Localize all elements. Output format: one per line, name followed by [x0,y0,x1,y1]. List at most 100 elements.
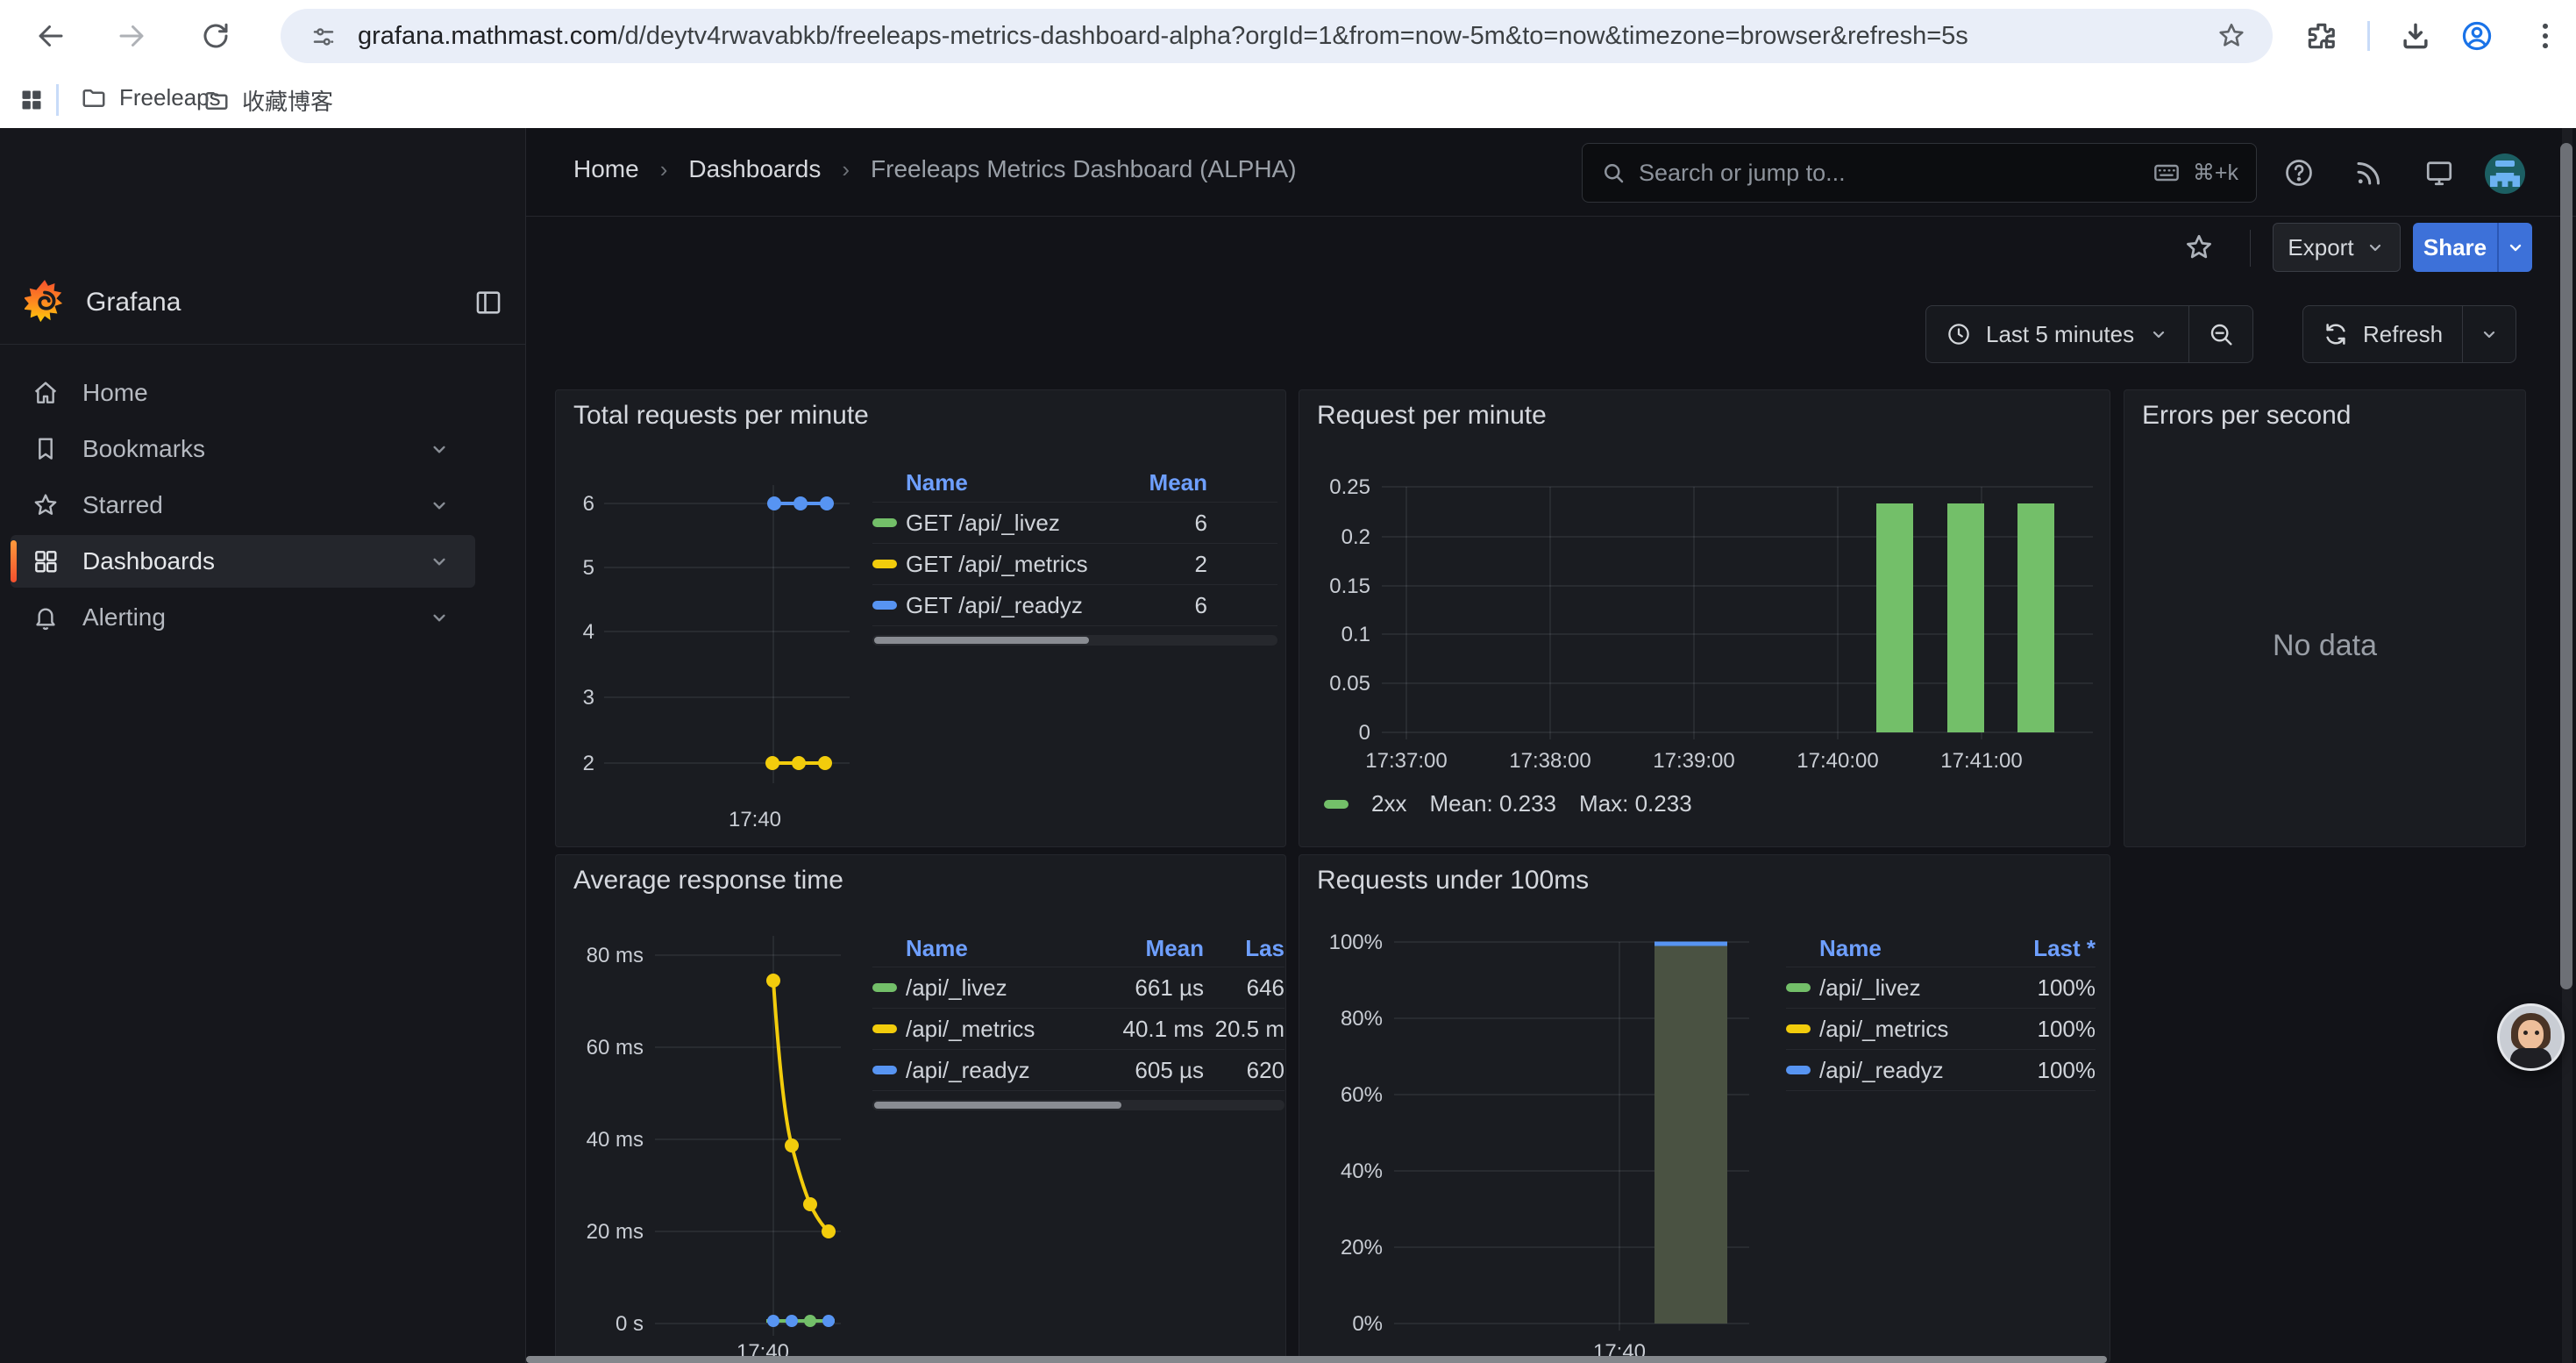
series-last: 100% [2008,1057,2096,1084]
series-name[interactable]: GET /api/_metrics [906,551,1102,578]
legend-header-name[interactable]: Name [1819,935,2008,962]
url-text[interactable]: grafana.mathmast.com/d/deytv4rwavabkb/fr… [358,22,2444,51]
y-tick: 0 [1359,721,1370,745]
series-mean: Mean: 0.233 [1429,790,1556,817]
monitor-icon[interactable] [2423,157,2455,189]
panel-avg-response-time[interactable]: Average response time 80 ms 60 ms 40 ms … [555,854,1286,1363]
legend-row[interactable]: /api/_livez 100% [1786,967,2096,1009]
breadcrumb-dashboards[interactable]: Dashboards [688,155,821,183]
legend-row[interactable]: GET /api/_metrics 2 [872,544,1277,585]
dashboard-hscrollbar[interactable] [526,1356,2107,1363]
series-last: 620 [1204,1057,1284,1084]
download-icon[interactable] [2399,19,2432,53]
share-menu-button[interactable] [2499,223,2532,272]
sidebar-item-home[interactable]: Home [11,367,475,419]
time-range-picker[interactable]: Last 5 minutes [1926,306,2188,362]
chevron-down-icon[interactable] [428,606,451,629]
series-name[interactable]: 2xx [1371,790,1406,817]
bar-2xx[interactable] [1947,503,1984,732]
legend-header-mean[interactable]: Mean [1081,935,1204,962]
series-name[interactable]: /api/_readyz [906,1057,1081,1084]
bar-100pct[interactable] [1654,946,1727,1324]
zoom-out-button[interactable] [2189,306,2252,362]
menu-kebab-icon[interactable] [2529,19,2562,53]
sidebar-item-label: Bookmarks [82,435,205,463]
series-name[interactable]: /api/_metrics [1819,1016,2008,1043]
panel-errors-per-second[interactable]: Errors per second No data [2124,389,2526,847]
extensions-icon[interactable] [2304,19,2338,53]
apps-grid-icon[interactable] [19,88,44,112]
y-tick: 20% [1341,1236,1383,1260]
favorite-star-icon[interactable] [2183,232,2215,263]
legend-header-last[interactable]: Las [1204,935,1284,962]
sidebar-item-dashboards[interactable]: Dashboards [11,535,475,588]
panel-total-requests[interactable]: Total requests per minute 6 5 4 3 2 17:4… [555,389,1286,847]
sidebar-item-starred[interactable]: Starred [11,479,475,532]
series-name[interactable]: /api/_livez [1819,974,2008,1002]
time-range-group: Last 5 minutes [1925,305,2253,363]
site-settings-icon[interactable] [310,24,337,50]
export-button[interactable]: Export [2273,223,2401,272]
brand-name[interactable]: Grafana [86,288,181,318]
legend-header-row: Name Last * [1786,931,2096,967]
series-last: 100% [2008,1016,2096,1043]
breadcrumb-home[interactable]: Home [573,155,639,183]
help-icon[interactable] [2283,157,2315,189]
sidebar-item-alerting[interactable]: Alerting [11,591,475,644]
export-label: Export [2288,234,2353,261]
legend-header-last[interactable]: Last * [2008,935,2096,962]
bar-2xx[interactable] [1876,503,1913,732]
rss-news-icon[interactable] [2353,157,2385,189]
legend-row[interactable]: /api/_livez 661 µs 646 [872,967,1284,1009]
search-bar[interactable]: ⌘+k [1582,143,2257,203]
series-name[interactable]: GET /api/_readyz [906,592,1102,619]
refresh-button[interactable]: Refresh [2303,306,2462,362]
legend-row[interactable]: /api/_metrics 40.1 ms 20.5 m [872,1009,1284,1050]
panel-requests-under-100ms[interactable]: Requests under 100ms 100% 80% 60% 40% 20… [1299,854,2110,1363]
search-input[interactable] [1639,160,2140,187]
legend-header-mean[interactable]: Mean [1102,469,1277,496]
legend-row[interactable]: /api/_metrics 100% [1786,1009,2096,1050]
chevron-down-icon[interactable] [428,550,451,573]
bookmark-folder-blogs[interactable]: 收藏博客 [203,84,333,117]
folder-icon [81,85,107,111]
time-range-label: Last 5 minutes [1986,321,2134,348]
chevron-down-icon[interactable] [428,494,451,517]
share-button[interactable]: Share [2413,223,2497,272]
series-name[interactable]: /api/_livez [906,974,1081,1002]
legend-row[interactable]: /api/_readyz 605 µs 620 [872,1050,1284,1091]
legend-inline[interactable]: 2xx Mean: 0.233 Max: 0.233 [1324,790,1692,817]
back-icon[interactable] [35,20,67,52]
legend-row[interactable]: GET /api/_readyz 6 [872,585,1277,626]
grafana-logo[interactable] [25,279,65,328]
sidebar-item-bookmarks[interactable]: Bookmarks [11,423,475,475]
legend-scrollbar[interactable] [872,1100,1284,1110]
profile-icon[interactable] [2460,19,2494,53]
bookmark-star-icon[interactable] [2217,21,2246,51]
page-scrollbar-thumb[interactable] [2560,143,2572,989]
series-name[interactable]: /api/_metrics [906,1016,1081,1043]
forward-icon[interactable] [116,20,147,52]
floating-assistant-avatar[interactable] [2497,1003,2565,1071]
series-name[interactable]: /api/_readyz [1819,1057,2008,1084]
legend-header-name[interactable]: Name [906,935,1081,962]
legend-row[interactable]: GET /api/_livez 6 [872,503,1277,544]
series-name[interactable]: GET /api/_livez [906,510,1102,537]
sidebar-item-label: Starred [82,491,163,519]
y-tick: 0.25 [1329,475,1370,499]
legend-row[interactable]: /api/_readyz 100% [1786,1050,2096,1091]
user-avatar[interactable] [2485,153,2525,194]
series-color-yellow [1786,1024,1811,1033]
legend-scrollbar[interactable] [872,635,1277,646]
y-tick: 0% [1352,1312,1383,1336]
refresh-interval-button[interactable] [2463,306,2516,362]
panel-request-per-minute[interactable]: Request per minute 0.25 0.2 0.15 0.1 0.0… [1299,389,2110,847]
dock-sidebar-icon[interactable] [473,288,503,318]
chevron-down-icon[interactable] [428,438,451,460]
bar-2xx[interactable] [2017,503,2054,732]
legend-header-name[interactable]: Name [906,469,1102,496]
bookmark-folder-freeleaps[interactable]: Freeleaps [81,84,221,111]
url-bar[interactable]: grafana.mathmast.com/d/deytv4rwavabkb/fr… [281,9,2273,63]
clock-icon [1946,321,1972,347]
reload-icon[interactable] [200,20,231,52]
